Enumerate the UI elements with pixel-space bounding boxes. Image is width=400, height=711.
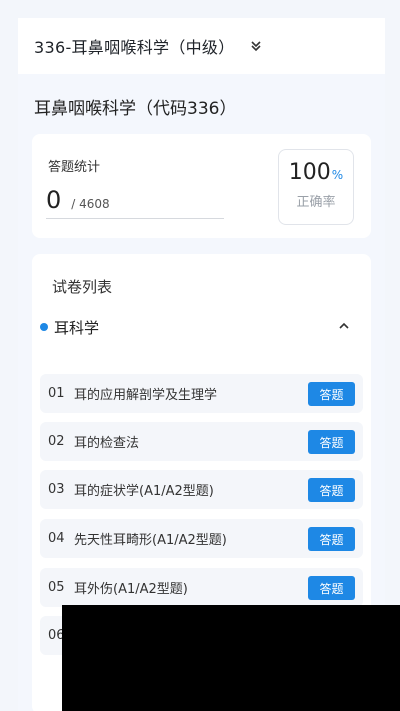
paper-name: 耳的症状学(A1/A2型题): [74, 484, 214, 499]
answer-button[interactable]: 答题: [308, 478, 355, 502]
chevron-double-down-icon[interactable]: [249, 39, 263, 53]
paper-name: 先天性耳畸形(A1/A2型题): [74, 533, 227, 548]
paper-item[interactable]: 05 耳外伤(A1/A2型题) 答题: [40, 568, 363, 607]
paper-list-title: 试卷列表: [52, 278, 113, 296]
answer-button[interactable]: 答题: [308, 430, 355, 454]
course-title: 336-耳鼻咽喉科学（中级）: [34, 38, 235, 57]
total-questions: / 4608: [71, 197, 110, 211]
stats-card: 答题统计 0 / 4608 100% 正确率: [32, 134, 371, 238]
paper-number: 04: [48, 531, 65, 546]
accuracy-box: 100% 正确率: [278, 149, 354, 225]
paper-number: 02: [48, 434, 65, 449]
subject-title: 耳鼻咽喉科学（代码336）: [34, 99, 237, 119]
section-header-ear[interactable]: 耳科学: [40, 316, 363, 338]
stats-divider: [46, 218, 224, 219]
answer-button[interactable]: 答题: [308, 382, 355, 406]
stats-label: 答题统计: [48, 160, 101, 175]
section-dot: [40, 323, 48, 331]
answer-button[interactable]: 答题: [308, 576, 355, 600]
course-selector[interactable]: 336-耳鼻咽喉科学（中级）: [18, 18, 385, 74]
paper-number: 03: [48, 482, 65, 497]
paper-name: 耳的检查法: [74, 436, 140, 451]
paper-item[interactable]: 01 耳的应用解剖学及生理学 答题: [40, 374, 363, 413]
accuracy-value-wrap: 100%: [279, 160, 353, 185]
paper-number: 01: [48, 386, 65, 401]
answered-value: 0: [46, 186, 62, 214]
overlay-banner: [62, 605, 400, 711]
paper-item[interactable]: 03 耳的症状学(A1/A2型题) 答题: [40, 470, 363, 509]
accuracy-label: 正确率: [296, 195, 336, 210]
accuracy-value: 100: [288, 160, 331, 185]
paper-name: 耳的应用解剖学及生理学: [74, 388, 218, 403]
answer-button[interactable]: 答题: [308, 527, 355, 551]
paper-item[interactable]: 02 耳的检查法 答题: [40, 422, 363, 461]
paper-name: 耳外伤(A1/A2型题): [74, 582, 188, 597]
answered-count: 0 / 4608: [46, 186, 110, 214]
section-label: 耳科学: [54, 318, 100, 337]
paper-number: 05: [48, 580, 65, 595]
paper-item[interactable]: 04 先天性耳畸形(A1/A2型题) 答题: [40, 519, 363, 558]
chevron-up-icon[interactable]: [337, 319, 351, 333]
accuracy-unit: %: [331, 168, 344, 182]
